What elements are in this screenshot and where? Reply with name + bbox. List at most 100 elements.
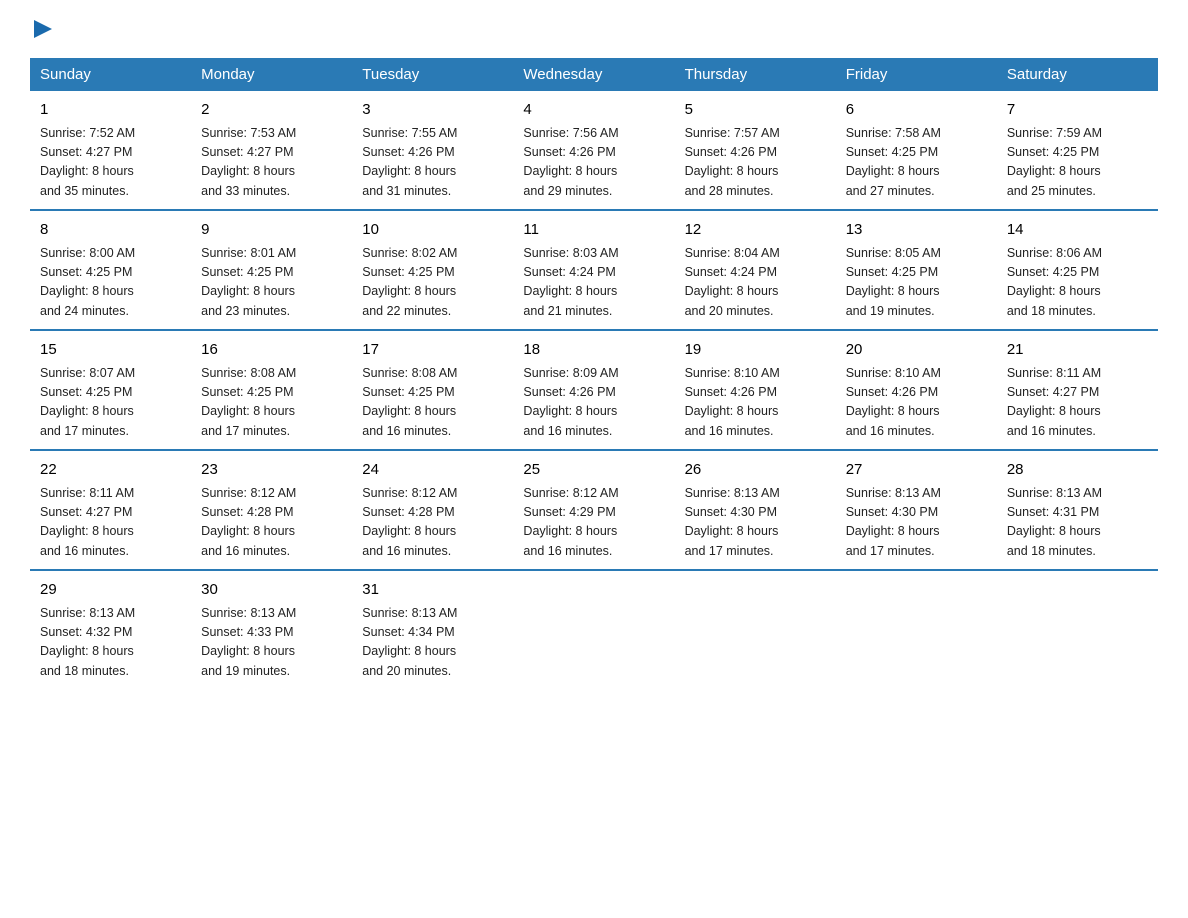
day-cell: 15Sunrise: 8:07 AMSunset: 4:25 PMDayligh… <box>30 330 191 450</box>
header-sunday: Sunday <box>30 58 191 91</box>
day-cell: 1Sunrise: 7:52 AMSunset: 4:27 PMDaylight… <box>30 91 191 210</box>
day-number: 31 <box>362 579 503 602</box>
day-info: Sunrise: 8:10 AMSunset: 4:26 PMDaylight:… <box>685 364 826 442</box>
day-info: Sunrise: 8:13 AMSunset: 4:32 PMDaylight:… <box>40 604 181 682</box>
day-number: 16 <box>201 339 342 362</box>
logo-triangle-icon <box>32 18 54 40</box>
day-info: Sunrise: 8:09 AMSunset: 4:26 PMDaylight:… <box>523 364 664 442</box>
day-cell: 28Sunrise: 8:13 AMSunset: 4:31 PMDayligh… <box>997 450 1158 570</box>
header-tuesday: Tuesday <box>352 58 513 91</box>
day-info: Sunrise: 8:13 AMSunset: 4:33 PMDaylight:… <box>201 604 342 682</box>
day-cell: 17Sunrise: 8:08 AMSunset: 4:25 PMDayligh… <box>352 330 513 450</box>
day-cell: 21Sunrise: 8:11 AMSunset: 4:27 PMDayligh… <box>997 330 1158 450</box>
day-number: 25 <box>523 459 664 482</box>
header-saturday: Saturday <box>997 58 1158 91</box>
day-info: Sunrise: 8:00 AMSunset: 4:25 PMDaylight:… <box>40 244 181 322</box>
day-number: 24 <box>362 459 503 482</box>
header-monday: Monday <box>191 58 352 91</box>
day-number: 12 <box>685 219 826 242</box>
day-cell: 18Sunrise: 8:09 AMSunset: 4:26 PMDayligh… <box>513 330 674 450</box>
day-info: Sunrise: 8:12 AMSunset: 4:29 PMDaylight:… <box>523 484 664 562</box>
day-info: Sunrise: 8:02 AMSunset: 4:25 PMDaylight:… <box>362 244 503 322</box>
day-cell <box>513 570 674 689</box>
day-info: Sunrise: 8:12 AMSunset: 4:28 PMDaylight:… <box>201 484 342 562</box>
day-cell: 7Sunrise: 7:59 AMSunset: 4:25 PMDaylight… <box>997 91 1158 210</box>
day-info: Sunrise: 8:10 AMSunset: 4:26 PMDaylight:… <box>846 364 987 442</box>
day-cell: 26Sunrise: 8:13 AMSunset: 4:30 PMDayligh… <box>675 450 836 570</box>
week-row-3: 15Sunrise: 8:07 AMSunset: 4:25 PMDayligh… <box>30 330 1158 450</box>
day-info: Sunrise: 7:59 AMSunset: 4:25 PMDaylight:… <box>1007 124 1148 202</box>
day-cell: 16Sunrise: 8:08 AMSunset: 4:25 PMDayligh… <box>191 330 352 450</box>
day-cell: 25Sunrise: 8:12 AMSunset: 4:29 PMDayligh… <box>513 450 674 570</box>
week-row-4: 22Sunrise: 8:11 AMSunset: 4:27 PMDayligh… <box>30 450 1158 570</box>
day-number: 20 <box>846 339 987 362</box>
day-number: 29 <box>40 579 181 602</box>
day-cell: 20Sunrise: 8:10 AMSunset: 4:26 PMDayligh… <box>836 330 997 450</box>
header-row: Sunday Monday Tuesday Wednesday Thursday… <box>30 58 1158 91</box>
day-info: Sunrise: 8:01 AMSunset: 4:25 PMDaylight:… <box>201 244 342 322</box>
day-info: Sunrise: 8:11 AMSunset: 4:27 PMDaylight:… <box>1007 364 1148 442</box>
day-info: Sunrise: 8:08 AMSunset: 4:25 PMDaylight:… <box>362 364 503 442</box>
day-number: 26 <box>685 459 826 482</box>
day-cell: 8Sunrise: 8:00 AMSunset: 4:25 PMDaylight… <box>30 210 191 330</box>
header-wednesday: Wednesday <box>513 58 674 91</box>
day-cell: 31Sunrise: 8:13 AMSunset: 4:34 PMDayligh… <box>352 570 513 689</box>
day-number: 17 <box>362 339 503 362</box>
day-info: Sunrise: 8:13 AMSunset: 4:30 PMDaylight:… <box>685 484 826 562</box>
week-row-5: 29Sunrise: 8:13 AMSunset: 4:32 PMDayligh… <box>30 570 1158 689</box>
day-number: 15 <box>40 339 181 362</box>
day-number: 6 <box>846 99 987 122</box>
day-info: Sunrise: 8:07 AMSunset: 4:25 PMDaylight:… <box>40 364 181 442</box>
day-number: 8 <box>40 219 181 242</box>
day-info: Sunrise: 7:52 AMSunset: 4:27 PMDaylight:… <box>40 124 181 202</box>
day-cell: 2Sunrise: 7:53 AMSunset: 4:27 PMDaylight… <box>191 91 352 210</box>
calendar-header: Sunday Monday Tuesday Wednesday Thursday… <box>30 58 1158 91</box>
day-info: Sunrise: 8:11 AMSunset: 4:27 PMDaylight:… <box>40 484 181 562</box>
day-cell: 12Sunrise: 8:04 AMSunset: 4:24 PMDayligh… <box>675 210 836 330</box>
calendar-table: Sunday Monday Tuesday Wednesday Thursday… <box>30 58 1158 689</box>
day-cell: 23Sunrise: 8:12 AMSunset: 4:28 PMDayligh… <box>191 450 352 570</box>
day-cell <box>675 570 836 689</box>
day-info: Sunrise: 7:57 AMSunset: 4:26 PMDaylight:… <box>685 124 826 202</box>
day-info: Sunrise: 8:04 AMSunset: 4:24 PMDaylight:… <box>685 244 826 322</box>
day-cell: 5Sunrise: 7:57 AMSunset: 4:26 PMDaylight… <box>675 91 836 210</box>
day-cell: 27Sunrise: 8:13 AMSunset: 4:30 PMDayligh… <box>836 450 997 570</box>
day-number: 22 <box>40 459 181 482</box>
calendar-body: 1Sunrise: 7:52 AMSunset: 4:27 PMDaylight… <box>30 91 1158 689</box>
day-cell: 10Sunrise: 8:02 AMSunset: 4:25 PMDayligh… <box>352 210 513 330</box>
day-cell: 13Sunrise: 8:05 AMSunset: 4:25 PMDayligh… <box>836 210 997 330</box>
day-number: 4 <box>523 99 664 122</box>
day-number: 19 <box>685 339 826 362</box>
day-cell: 14Sunrise: 8:06 AMSunset: 4:25 PMDayligh… <box>997 210 1158 330</box>
day-number: 11 <box>523 219 664 242</box>
day-cell <box>836 570 997 689</box>
day-info: Sunrise: 8:08 AMSunset: 4:25 PMDaylight:… <box>201 364 342 442</box>
day-number: 18 <box>523 339 664 362</box>
day-number: 9 <box>201 219 342 242</box>
day-number: 23 <box>201 459 342 482</box>
day-cell: 6Sunrise: 7:58 AMSunset: 4:25 PMDaylight… <box>836 91 997 210</box>
day-cell: 4Sunrise: 7:56 AMSunset: 4:26 PMDaylight… <box>513 91 674 210</box>
day-info: Sunrise: 8:05 AMSunset: 4:25 PMDaylight:… <box>846 244 987 322</box>
day-cell: 29Sunrise: 8:13 AMSunset: 4:32 PMDayligh… <box>30 570 191 689</box>
day-number: 1 <box>40 99 181 122</box>
day-info: Sunrise: 7:53 AMSunset: 4:27 PMDaylight:… <box>201 124 342 202</box>
day-cell: 3Sunrise: 7:55 AMSunset: 4:26 PMDaylight… <box>352 91 513 210</box>
day-cell: 30Sunrise: 8:13 AMSunset: 4:33 PMDayligh… <box>191 570 352 689</box>
day-number: 7 <box>1007 99 1148 122</box>
day-cell: 22Sunrise: 8:11 AMSunset: 4:27 PMDayligh… <box>30 450 191 570</box>
day-info: Sunrise: 8:06 AMSunset: 4:25 PMDaylight:… <box>1007 244 1148 322</box>
day-number: 2 <box>201 99 342 122</box>
day-cell: 24Sunrise: 8:12 AMSunset: 4:28 PMDayligh… <box>352 450 513 570</box>
day-info: Sunrise: 8:03 AMSunset: 4:24 PMDaylight:… <box>523 244 664 322</box>
day-info: Sunrise: 8:13 AMSunset: 4:30 PMDaylight:… <box>846 484 987 562</box>
day-info: Sunrise: 7:58 AMSunset: 4:25 PMDaylight:… <box>846 124 987 202</box>
page-header <box>30 20 1158 38</box>
day-info: Sunrise: 8:13 AMSunset: 4:31 PMDaylight:… <box>1007 484 1148 562</box>
day-number: 3 <box>362 99 503 122</box>
day-info: Sunrise: 7:55 AMSunset: 4:26 PMDaylight:… <box>362 124 503 202</box>
day-cell: 19Sunrise: 8:10 AMSunset: 4:26 PMDayligh… <box>675 330 836 450</box>
day-cell: 9Sunrise: 8:01 AMSunset: 4:25 PMDaylight… <box>191 210 352 330</box>
day-number: 13 <box>846 219 987 242</box>
logo <box>30 20 54 38</box>
